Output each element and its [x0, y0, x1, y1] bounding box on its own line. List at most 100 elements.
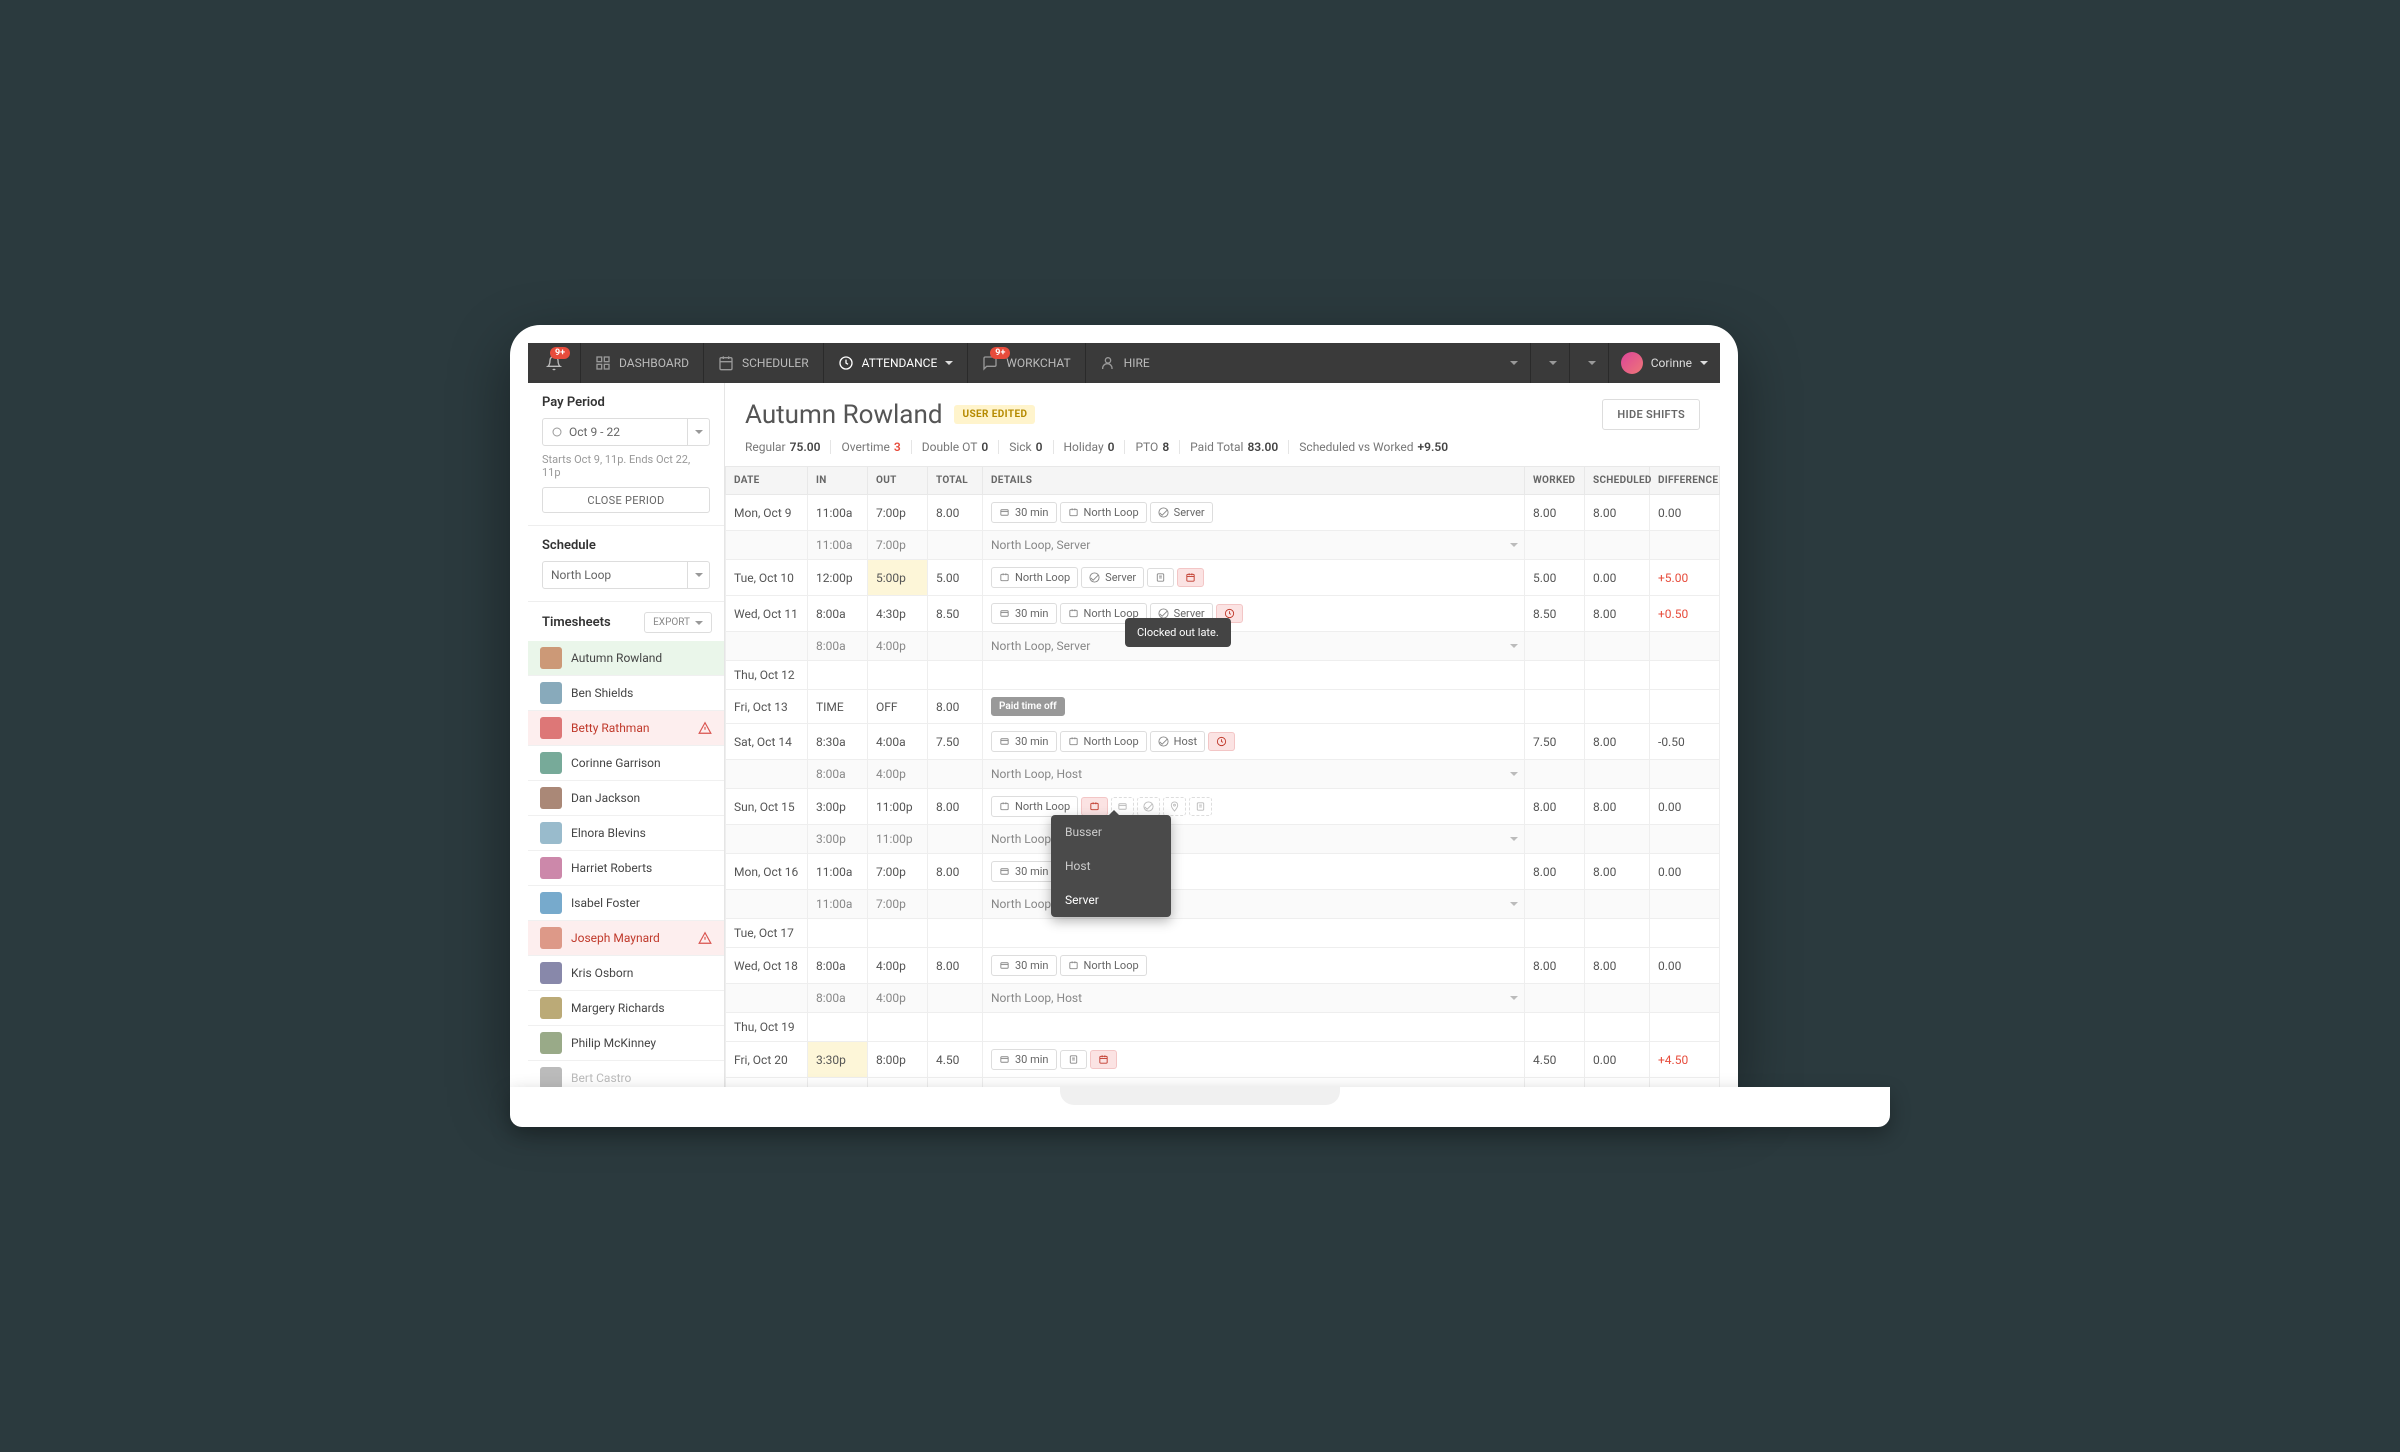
add-note-pill[interactable] [1189, 797, 1212, 816]
export-button[interactable]: EXPORT [644, 612, 712, 633]
close-period-button[interactable]: CLOSE PERIOD [542, 487, 710, 513]
table-row[interactable]: Mon, Oct 1611:00a7:00p8.0030 min8.008.00… [726, 854, 1720, 890]
cell-details[interactable]: 30 minNorth LoopHost [983, 724, 1525, 760]
chevron-down-icon[interactable] [1510, 902, 1518, 906]
table-row[interactable]: 11:00a7:00pNorth Loop, Server [726, 531, 1720, 560]
settings-dropdown[interactable] [1570, 343, 1608, 383]
loc-pill[interactable] [1081, 797, 1108, 816]
print-dropdown[interactable] [1531, 343, 1569, 383]
break-pill[interactable]: 30 min [991, 861, 1057, 882]
cell-details[interactable]: North LoopBusserHostServer [983, 789, 1525, 825]
chevron-down-icon[interactable] [1510, 772, 1518, 776]
timesheet-person-row[interactable]: Ben Shields [528, 676, 724, 711]
cell-details[interactable] [983, 661, 1525, 690]
role-pill[interactable]: Server [1150, 502, 1213, 523]
loc-pill[interactable]: North Loop [991, 796, 1078, 817]
cell-details[interactable]: 30 minNorth Loop [983, 948, 1525, 984]
table-row[interactable]: Mon, Oct 911:00a7:00p8.0030 minNorth Loo… [726, 495, 1720, 531]
timesheet-person-row[interactable]: Dan Jackson [528, 781, 724, 816]
timesheet-person-row[interactable]: Corinne Garrison [528, 746, 724, 781]
break-pill[interactable]: 30 min [991, 731, 1057, 752]
cell-details[interactable]: 30 minNorth LoopServerClocked out late. [983, 596, 1525, 632]
timesheet-person-row[interactable]: Kris Osborn [528, 956, 724, 991]
table-row[interactable]: Fri, Oct 13TIMEOFF8.00Paid time off [726, 690, 1720, 724]
table-row[interactable]: Sat, Oct 21 [726, 1078, 1720, 1088]
loc-pill[interactable]: North Loop [1060, 731, 1147, 752]
summary-item: Scheduled vs Worked+9.50 [1289, 440, 1458, 454]
cell-details[interactable]: North LoopServer [983, 560, 1525, 596]
table-row[interactable]: Thu, Oct 12 [726, 661, 1720, 690]
loc-pill[interactable]: North Loop [991, 567, 1078, 588]
break-pill[interactable]: 30 min [991, 603, 1057, 624]
cell-details[interactable] [983, 1078, 1525, 1088]
cell-total: 8.00 [928, 690, 983, 724]
timesheet-person-row[interactable]: Elnora Blevins [528, 816, 724, 851]
cell-details[interactable]: North Loop, Server [983, 632, 1525, 661]
nav-attendance[interactable]: ATTENDANCE [824, 343, 968, 383]
table-row[interactable]: Wed, Oct 188:00a4:00p8.0030 minNorth Loo… [726, 948, 1720, 984]
break-pill[interactable]: 30 min [991, 1049, 1057, 1070]
role-pill[interactable]: Server [1081, 567, 1144, 588]
dropdown-option[interactable]: Server [1051, 883, 1171, 917]
timesheet-person-row[interactable]: Harriet Roberts [528, 851, 724, 886]
note-pill[interactable] [1147, 568, 1174, 587]
cell-details[interactable]: North Loop, Server [983, 531, 1525, 560]
pay-period-select[interactable]: Oct 9 - 22 [542, 418, 710, 446]
table-row[interactable]: Sun, Oct 153:00p11:00p8.00North LoopBuss… [726, 789, 1720, 825]
note-pill[interactable] [1060, 1050, 1087, 1069]
break-pill[interactable]: 30 min [991, 955, 1057, 976]
cell-details[interactable]: 30 min [983, 1042, 1525, 1078]
timesheet-person-row[interactable]: Margery Richards [528, 991, 724, 1026]
table-row[interactable]: Fri, Oct 203:30p8:00p4.5030 min4.500.00+… [726, 1042, 1720, 1078]
loc-pill[interactable]: North Loop [1060, 955, 1147, 976]
cal-pill[interactable] [1177, 568, 1204, 587]
timesheet-person-row[interactable]: Joseph Maynard [528, 921, 724, 956]
inbox-dropdown[interactable] [1492, 343, 1530, 383]
chevron-down-icon[interactable] [1510, 996, 1518, 1000]
chevron-down-icon[interactable] [1510, 644, 1518, 648]
table-row[interactable]: Wed, Oct 118:00a4:30p8.5030 minNorth Loo… [726, 596, 1720, 632]
timesheet-person-row[interactable]: Autumn Rowland [528, 641, 724, 676]
cell-details[interactable]: Paid time off [983, 690, 1525, 724]
schedule-select[interactable]: North Loop [542, 561, 710, 589]
cell-difference [1650, 919, 1720, 948]
chevron-down-icon[interactable] [1510, 543, 1518, 547]
pto-pill[interactable]: Paid time off [991, 697, 1065, 716]
dropdown-option[interactable]: Busser [1051, 815, 1171, 849]
table-row[interactable]: 11:00a7:00pNorth Loop, Serv [726, 890, 1720, 919]
timesheet-person-row[interactable]: Isabel Foster [528, 886, 724, 921]
nav-scheduler[interactable]: SCHEDULER [704, 343, 823, 383]
hide-shifts-button[interactable]: HIDE SHIFTS [1602, 399, 1700, 430]
loc-pill[interactable]: North Loop [1060, 502, 1147, 523]
cell-details[interactable]: North Loop, Host [983, 984, 1525, 1013]
break-pill[interactable]: 30 min [991, 502, 1057, 523]
nav-workchat[interactable]: 9+ WORKCHAT [968, 343, 1084, 383]
table-row[interactable]: 3:00p11:00pNorth Loop, Serv [726, 825, 1720, 854]
role-pill[interactable]: Host [1150, 731, 1205, 752]
dropdown-option[interactable]: Host [1051, 849, 1171, 883]
cell-details[interactable] [983, 1013, 1525, 1042]
chevron-down-icon[interactable] [1510, 837, 1518, 841]
table-row[interactable]: Sat, Oct 148:30a4:00a7.5030 minNorth Loo… [726, 724, 1720, 760]
timesheet-person-row[interactable]: Bert Castro [528, 1061, 724, 1087]
timesheet-person-row[interactable]: Betty Rathman [528, 711, 724, 746]
clock-pill[interactable] [1208, 732, 1235, 751]
table-row[interactable]: 8:00a4:00pNorth Loop, Host [726, 984, 1720, 1013]
nav-dashboard[interactable]: DASHBOARD [581, 343, 703, 383]
add-pin-pill[interactable] [1163, 797, 1186, 816]
table-row[interactable]: 8:00a4:00pNorth Loop, Host [726, 760, 1720, 789]
cell-details[interactable] [983, 919, 1525, 948]
notifications-bell[interactable]: 9+ [528, 343, 580, 383]
cal-pill[interactable] [1090, 1050, 1117, 1069]
nav-hire[interactable]: HIRE [1086, 343, 1164, 383]
add-role-pill[interactable] [1137, 797, 1160, 816]
cell-details[interactable]: 30 minNorth LoopServer [983, 495, 1525, 531]
warning-icon [698, 721, 712, 735]
warning-icon [698, 931, 712, 945]
table-row[interactable]: Tue, Oct 17 [726, 919, 1720, 948]
cell-details[interactable]: North Loop, Host [983, 760, 1525, 789]
table-row[interactable]: Tue, Oct 1012:00p5:00p5.00North LoopServ… [726, 560, 1720, 596]
user-menu[interactable]: Corinne [1609, 343, 1720, 383]
timesheet-person-row[interactable]: Philip McKinney [528, 1026, 724, 1061]
table-row[interactable]: Thu, Oct 19 [726, 1013, 1720, 1042]
